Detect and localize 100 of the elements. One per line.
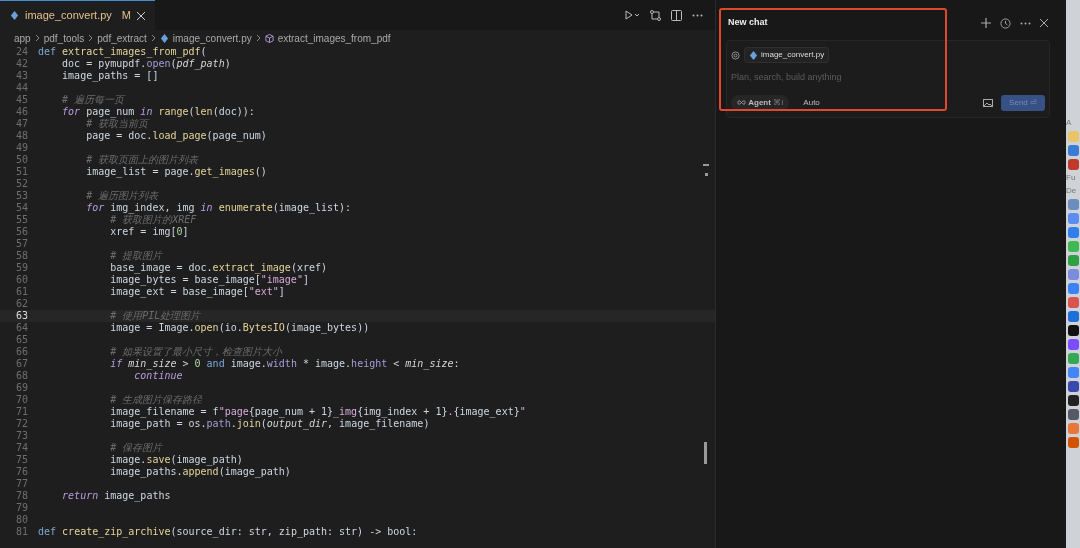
- line-number: 24: [14, 46, 29, 58]
- line-number: 78: [14, 490, 29, 502]
- chevron-icon: [34, 34, 40, 42]
- code-line: if min_size > 0 and image.width * image.height < min_size:: [109, 358, 460, 370]
- code-comment: # 生成图片保存路径: [109, 394, 203, 406]
- scrollbar-thumb[interactable]: [704, 442, 707, 464]
- code-line: image_bytes = base_image["image"]: [109, 274, 309, 286]
- code-comment: # 使用PIL处理图片: [109, 310, 201, 322]
- code-line: for page_num in range(len(doc)):: [61, 106, 255, 118]
- line-number: 62: [14, 298, 29, 310]
- editor-tab[interactable]: image_convert.py M: [0, 0, 155, 30]
- app-icon[interactable]: [1067, 325, 1079, 336]
- python-file-icon: [749, 50, 758, 60]
- chevron-icon: [255, 34, 261, 42]
- close-icon[interactable]: [1040, 19, 1048, 27]
- history-icon[interactable]: [1000, 17, 1011, 29]
- chevron-icon: [88, 34, 94, 42]
- line-number: 65: [14, 334, 29, 346]
- line-number: 63: [14, 310, 29, 322]
- minimap-marker: [705, 173, 708, 176]
- dock-label: De: [1066, 186, 1078, 196]
- dock-label: Fu: [1066, 173, 1077, 183]
- line-number: 68: [14, 370, 29, 382]
- line-number: 76: [14, 466, 29, 478]
- line-number: 71: [14, 406, 29, 418]
- line-number: 69: [14, 382, 29, 394]
- code-line: image = Image.open(io.BytesIO(image_bytes)): [109, 322, 370, 334]
- line-number: 44: [14, 82, 29, 94]
- code-line: image_paths = []: [61, 70, 159, 82]
- code-line: image_list = page.get_images(): [85, 166, 267, 178]
- code-line: base_image = doc.extract_image(xref): [109, 262, 327, 274]
- breadcrumb-item[interactable]: extract_images_from_pdf: [277, 30, 391, 46]
- line-number: 51: [14, 166, 29, 178]
- cube-icon: [264, 33, 274, 43]
- code-comment: # 获取当前页: [85, 118, 149, 130]
- compare-icon[interactable]: [650, 9, 661, 21]
- code-line: image_paths.append(image_path): [109, 466, 291, 478]
- more-icon[interactable]: [692, 13, 703, 17]
- python-file-icon: [10, 11, 19, 20]
- minimap-marker: [703, 164, 709, 166]
- code-line: def extract_images_from_pdf(: [38, 46, 207, 58]
- app-icon[interactable]: [1067, 395, 1079, 406]
- close-icon[interactable]: [137, 11, 145, 20]
- line-number: 58: [14, 250, 29, 262]
- line-number: 47: [14, 118, 29, 130]
- line-number: 77: [14, 478, 29, 490]
- more-icon[interactable]: [1020, 21, 1031, 25]
- line-number: 43: [14, 70, 29, 82]
- line-number: 56: [14, 226, 29, 238]
- breadcrumb-item[interactable]: image_convert.py: [172, 30, 252, 46]
- line-number: 48: [14, 130, 29, 142]
- line-number: 64: [14, 322, 29, 334]
- mention-icon[interactable]: [731, 50, 740, 60]
- line-number: 54: [14, 202, 29, 214]
- model-dropdown[interactable]: Auto: [797, 94, 826, 111]
- line-number: 80: [14, 514, 29, 526]
- line-number: 73: [14, 430, 29, 442]
- line-number: 61: [14, 286, 29, 298]
- chevron-icon: [150, 34, 156, 42]
- code-line: continue: [133, 370, 183, 382]
- code-line: def create_zip_archive(source_dir: str, zip_path: str) -> bool:: [38, 526, 418, 538]
- line-number: 79: [14, 502, 29, 514]
- line-number: 67: [14, 358, 29, 370]
- line-number: 74: [14, 442, 29, 454]
- code-line: for img_index, img in enumerate(image_list):: [85, 202, 352, 214]
- line-number: 70: [14, 394, 29, 406]
- line-number: 66: [14, 346, 29, 358]
- code-line: page = doc.load_page(page_num): [85, 130, 267, 142]
- image-icon[interactable]: [983, 98, 994, 107]
- infinity-icon: [737, 99, 746, 105]
- agent-dropdown[interactable]: Agent ⌘I: [731, 94, 790, 111]
- line-number: 72: [14, 418, 29, 430]
- code-comment: # 保存图片: [109, 442, 163, 454]
- line-number: 60: [14, 274, 29, 286]
- code-comment: # 获取图片的XREF: [109, 214, 197, 226]
- code-line: image_path = os.path.join(output_dir, image_filename): [109, 418, 430, 430]
- breadcrumb-item[interactable]: app: [14, 30, 31, 46]
- code-comment: # 遍历图片列表: [85, 190, 159, 202]
- line-number: 57: [14, 238, 29, 250]
- plus-icon[interactable]: [981, 18, 991, 28]
- code-line: xref = img[0]: [109, 226, 189, 238]
- code-line: return image_paths: [61, 490, 171, 502]
- breadcrumb-item[interactable]: pdf_extract: [97, 30, 147, 46]
- line-number: 59: [14, 262, 29, 274]
- line-number: 55: [14, 214, 29, 226]
- line-number: 42: [14, 58, 29, 70]
- split-editor-icon[interactable]: [671, 9, 682, 21]
- run-icon[interactable]: [625, 10, 640, 20]
- python-file-icon: [159, 33, 169, 43]
- code-line: image.save(image_path): [109, 454, 243, 466]
- line-number: 45: [14, 94, 29, 106]
- breadcrumb-item[interactable]: pdf_tools: [43, 30, 85, 46]
- code-line: image_ext = base_image["ext"]: [109, 286, 285, 298]
- code-line: image_filename = f"page{page_num + 1}_img{img_index + 1}.{image_ext}": [109, 406, 526, 418]
- line-number: 52: [14, 178, 29, 190]
- line-number: 81: [14, 526, 29, 538]
- line-number: 50: [14, 154, 29, 166]
- code-comment: # 提取图片: [109, 250, 163, 262]
- line-number: 53: [14, 190, 29, 202]
- file-chip[interactable]: image_convert.py: [744, 47, 830, 63]
